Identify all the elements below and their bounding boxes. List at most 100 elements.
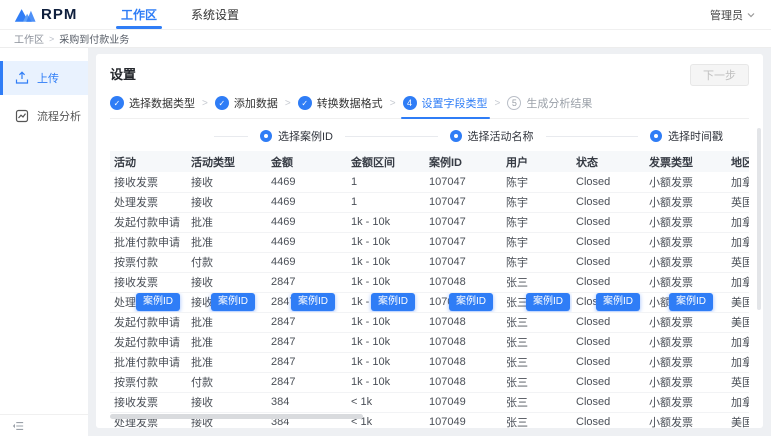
- table-cell: Closed: [572, 252, 645, 272]
- table-cell: 加拿大: [727, 232, 749, 252]
- table-cell: 1k - 10k: [347, 332, 425, 352]
- table-cell: 小额发票: [645, 372, 727, 392]
- breadcrumb-root[interactable]: 工作区: [14, 31, 44, 46]
- table-cell: 付款: [187, 372, 267, 392]
- table-cell: 英国: [727, 372, 749, 392]
- table-cell: 张三: [502, 312, 572, 332]
- table-cell: 批准付款申请: [110, 232, 187, 252]
- case-id-tag[interactable]: 案例ID: [669, 293, 713, 311]
- wizard-step-2[interactable]: ✓添加数据: [215, 95, 278, 111]
- column-header-8[interactable]: 发票类型: [645, 151, 727, 172]
- table-cell: Closed: [572, 212, 645, 232]
- table-cell: 批准: [187, 352, 267, 372]
- step-number: 5: [507, 96, 521, 110]
- case-id-tag[interactable]: 案例ID: [291, 293, 335, 311]
- table-cell: 接收: [187, 392, 267, 412]
- horizontal-scrollbar[interactable]: [110, 414, 363, 419]
- table-cell: 2847: [267, 312, 347, 332]
- case-id-tag[interactable]: 案例ID: [211, 293, 255, 311]
- check-icon: ✓: [110, 96, 124, 110]
- table-cell: 107047: [425, 232, 502, 252]
- wizard-step-label: 生成分析结果: [526, 95, 592, 111]
- substep-connector: [214, 136, 248, 137]
- check-icon: ✓: [298, 96, 312, 110]
- check-icon: ✓: [215, 96, 229, 110]
- table-cell: 1k - 10k案例ID: [347, 292, 425, 312]
- step-number: 4: [403, 96, 417, 110]
- table-cell: 2847: [267, 372, 347, 392]
- logo-text: RPM: [41, 6, 77, 23]
- substep-1[interactable]: 选择案例ID: [260, 128, 333, 144]
- table-cell: 批准: [187, 232, 267, 252]
- vertical-scrollbar[interactable]: [757, 128, 761, 310]
- table-cell: 1: [347, 192, 425, 212]
- table-cell: 发起付款申请: [110, 312, 187, 332]
- table-cell: 4469: [267, 252, 347, 272]
- table-cell: 小额发票: [645, 412, 727, 428]
- column-header-6[interactable]: 用户: [502, 151, 572, 172]
- table-cell: 小额发票: [645, 212, 727, 232]
- table-cell: 按票付款: [110, 372, 187, 392]
- table-row: 发起付款申请批准44691k - 10k107047陈宇Closed小额发票加拿…: [110, 212, 749, 232]
- column-header-3[interactable]: 金额: [267, 151, 347, 172]
- table-cell: 小额发票案例ID: [645, 292, 727, 312]
- main-area: 设置 下一步 ✓选择数据类型>✓添加数据>✓转换数据格式>4设置字段类型>5生成…: [88, 48, 771, 436]
- case-id-tag[interactable]: 案例ID: [449, 293, 493, 311]
- table-cell: 4469: [267, 172, 347, 192]
- sidebar-item-upload[interactable]: 上传: [0, 61, 88, 95]
- table-cell: 加拿大: [727, 212, 749, 232]
- column-header-2[interactable]: 活动类型: [187, 151, 267, 172]
- sidebar: 上传流程分析: [0, 48, 88, 436]
- table-cell: 107048: [425, 372, 502, 392]
- table-cell: 接收: [187, 192, 267, 212]
- table-cell: 小额发票: [645, 332, 727, 352]
- tab-workspace[interactable]: 工作区: [104, 0, 174, 29]
- chevron-down-icon: [747, 12, 755, 18]
- table-cell: 发起付款申请: [110, 212, 187, 232]
- wizard-step-4[interactable]: 4设置字段类型: [403, 95, 488, 111]
- column-header-7[interactable]: 状态: [572, 151, 645, 172]
- table-row: 按票付款付款28471k - 10k107048张三Closed小额发票英国: [110, 372, 749, 392]
- table-row: 处理发票接收44691107047陈宇Closed小额发票英国: [110, 192, 749, 212]
- collapse-sidebar-icon[interactable]: [12, 420, 24, 432]
- table-cell: 107048: [425, 272, 502, 292]
- sidebar-items: 上传流程分析: [0, 61, 88, 133]
- substep-3[interactable]: 选择时间戳: [650, 128, 723, 144]
- table-cell: 107049: [425, 412, 502, 428]
- case-id-tag[interactable]: 案例ID: [526, 293, 570, 311]
- table-row: 批准付款申请批准28471k - 10k107048张三Closed小额发票加拿…: [110, 352, 749, 372]
- data-table-wrap: 活动活动类型金额金额区间案例ID用户状态发票类型地区 接收发票接收4469110…: [110, 151, 749, 428]
- column-header-1[interactable]: 活动: [110, 151, 187, 172]
- table-cell: 陈宇: [502, 192, 572, 212]
- sidebar-item-label: 上传: [37, 70, 59, 86]
- table-cell: 接收: [187, 272, 267, 292]
- data-table: 活动活动类型金额金额区间案例ID用户状态发票类型地区 接收发票接收4469110…: [110, 151, 749, 428]
- case-id-tag[interactable]: 案例ID: [596, 293, 640, 311]
- table-cell: 384: [267, 392, 347, 412]
- tab-system-settings[interactable]: 系统设置: [174, 0, 256, 29]
- user-menu[interactable]: 管理员: [710, 0, 771, 29]
- topbar-tabs: 工作区系统设置: [104, 0, 256, 29]
- table-cell: 4469: [267, 232, 347, 252]
- table-cell: 张三: [502, 392, 572, 412]
- next-step-button[interactable]: 下一步: [690, 64, 749, 86]
- sidebar-item-process-analysis[interactable]: 流程分析: [0, 99, 88, 133]
- table-cell: 批准: [187, 312, 267, 332]
- table-cell: 接收: [187, 172, 267, 192]
- table-cell: 小额发票: [645, 272, 727, 292]
- wizard-step-3[interactable]: ✓转换数据格式: [298, 95, 383, 111]
- column-header-4[interactable]: 金额区间: [347, 151, 425, 172]
- table-cell: 批准付款申请: [110, 352, 187, 372]
- step-separator: >: [390, 98, 396, 109]
- table-cell: 接收发票: [110, 392, 187, 412]
- wizard-step-1[interactable]: ✓选择数据类型: [110, 95, 195, 111]
- radio-selected-icon: [650, 130, 662, 142]
- table-row: 接收发票接收28471k - 10k107048张三Closed小额发票加拿大: [110, 272, 749, 292]
- wizard-step-5[interactable]: 5 生成分析结果: [507, 95, 592, 111]
- table-cell: 2847: [267, 332, 347, 352]
- column-header-5[interactable]: 案例ID: [425, 151, 502, 172]
- case-id-tag[interactable]: 案例ID: [371, 293, 415, 311]
- substep-2[interactable]: 选择活动名称: [450, 128, 534, 144]
- column-header-9[interactable]: 地区: [727, 151, 749, 172]
- case-id-tag[interactable]: 案例ID: [136, 293, 180, 311]
